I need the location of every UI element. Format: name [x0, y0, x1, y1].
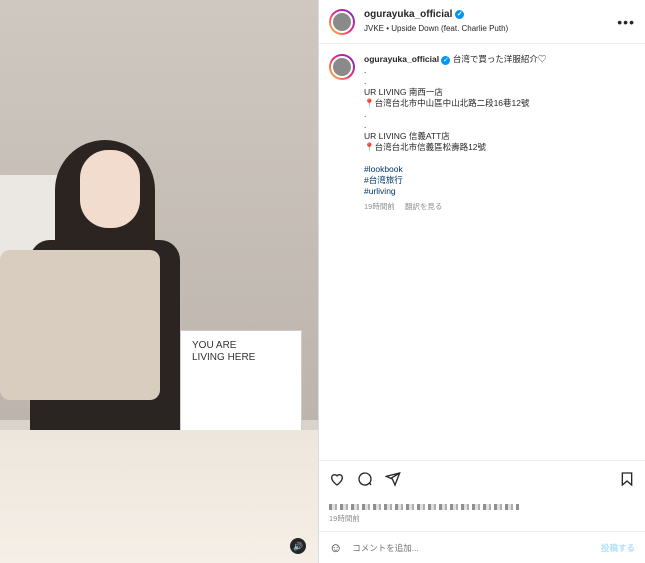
share-icon[interactable] [385, 471, 401, 487]
caption-line: UR LIVING 信義ATT店 [364, 131, 450, 141]
bag-line-1: YOU ARE [192, 340, 237, 351]
post-comment-button[interactable]: 投稿する [601, 542, 635, 554]
post-header: ogurayuka_official ✓ JVKE • Upside Down … [319, 0, 645, 44]
bag-print-text: YOU ARE LIVING HERE [192, 340, 255, 364]
caption-line: 台湾で買った洋服紹介♡ [452, 54, 547, 64]
post-video[interactable]: YOU ARE LIVING HERE 🔊 [0, 0, 319, 563]
photo-garment [0, 250, 160, 400]
action-bar [319, 460, 645, 497]
caption-avatar[interactable] [329, 54, 355, 80]
caption-line: . [364, 120, 367, 130]
caption-line: . [364, 109, 367, 119]
more-options-icon[interactable]: ••• [617, 14, 635, 30]
comment-icon[interactable] [357, 471, 373, 487]
caption-timestamp: 19時間前 [364, 202, 395, 211]
username-link[interactable]: ogurayuka_official [364, 8, 452, 22]
post-timestamp: 19時間前 [329, 514, 360, 523]
caption-text: ogurayuka_official ✓ 台湾で買った洋服紹介♡ . . UR … [364, 54, 546, 212]
caption-username[interactable]: ogurayuka_official [364, 54, 439, 64]
caption-line [364, 153, 546, 164]
audio-link[interactable]: JVKE • Upside Down (feat. Charlie Puth) [364, 22, 617, 36]
verified-icon: ✓ [441, 56, 451, 65]
see-translation-button[interactable]: 翻訳を見る [405, 201, 443, 212]
comment-box: ☺ 投稿する [319, 531, 645, 563]
caption-line: . [364, 65, 367, 75]
instagram-post: YOU ARE LIVING HERE 🔊 ogurayuka_official… [0, 0, 645, 563]
caption-line: 📍台湾台北市中山區中山北路二段16巷12號 [364, 98, 530, 108]
bookmark-icon[interactable] [619, 471, 635, 487]
heart-icon[interactable] [329, 471, 345, 487]
hashtag-link[interactable]: #lookbook [364, 164, 546, 175]
caption-line: UR LIVING 南西一店 [364, 87, 443, 97]
caption-area: ogurayuka_official ✓ 台湾で買った洋服紹介♡ . . UR … [319, 44, 645, 460]
username-row: ogurayuka_official ✓ [364, 8, 617, 22]
comment-input[interactable] [350, 541, 593, 554]
bag-line-2: LIVING HERE [192, 352, 256, 363]
speaker-icon[interactable]: 🔊 [290, 538, 306, 554]
post-sidebar: ogurayuka_official ✓ JVKE • Upside Down … [319, 0, 645, 563]
likes-row [319, 497, 645, 511]
verified-icon: ✓ [455, 10, 465, 19]
photo-bed [0, 430, 318, 563]
photo-person-face [80, 150, 140, 228]
emoji-icon[interactable]: ☺ [329, 540, 342, 555]
hashtag-link[interactable]: #urliving [364, 186, 546, 197]
hashtag-link[interactable]: #台湾旅行 [364, 175, 546, 186]
caption-line: . [364, 76, 367, 86]
avatar[interactable] [329, 8, 355, 35]
caption-line: 📍台湾台北市信義區松壽路12號 [364, 142, 487, 152]
blurred-likes [329, 504, 519, 510]
